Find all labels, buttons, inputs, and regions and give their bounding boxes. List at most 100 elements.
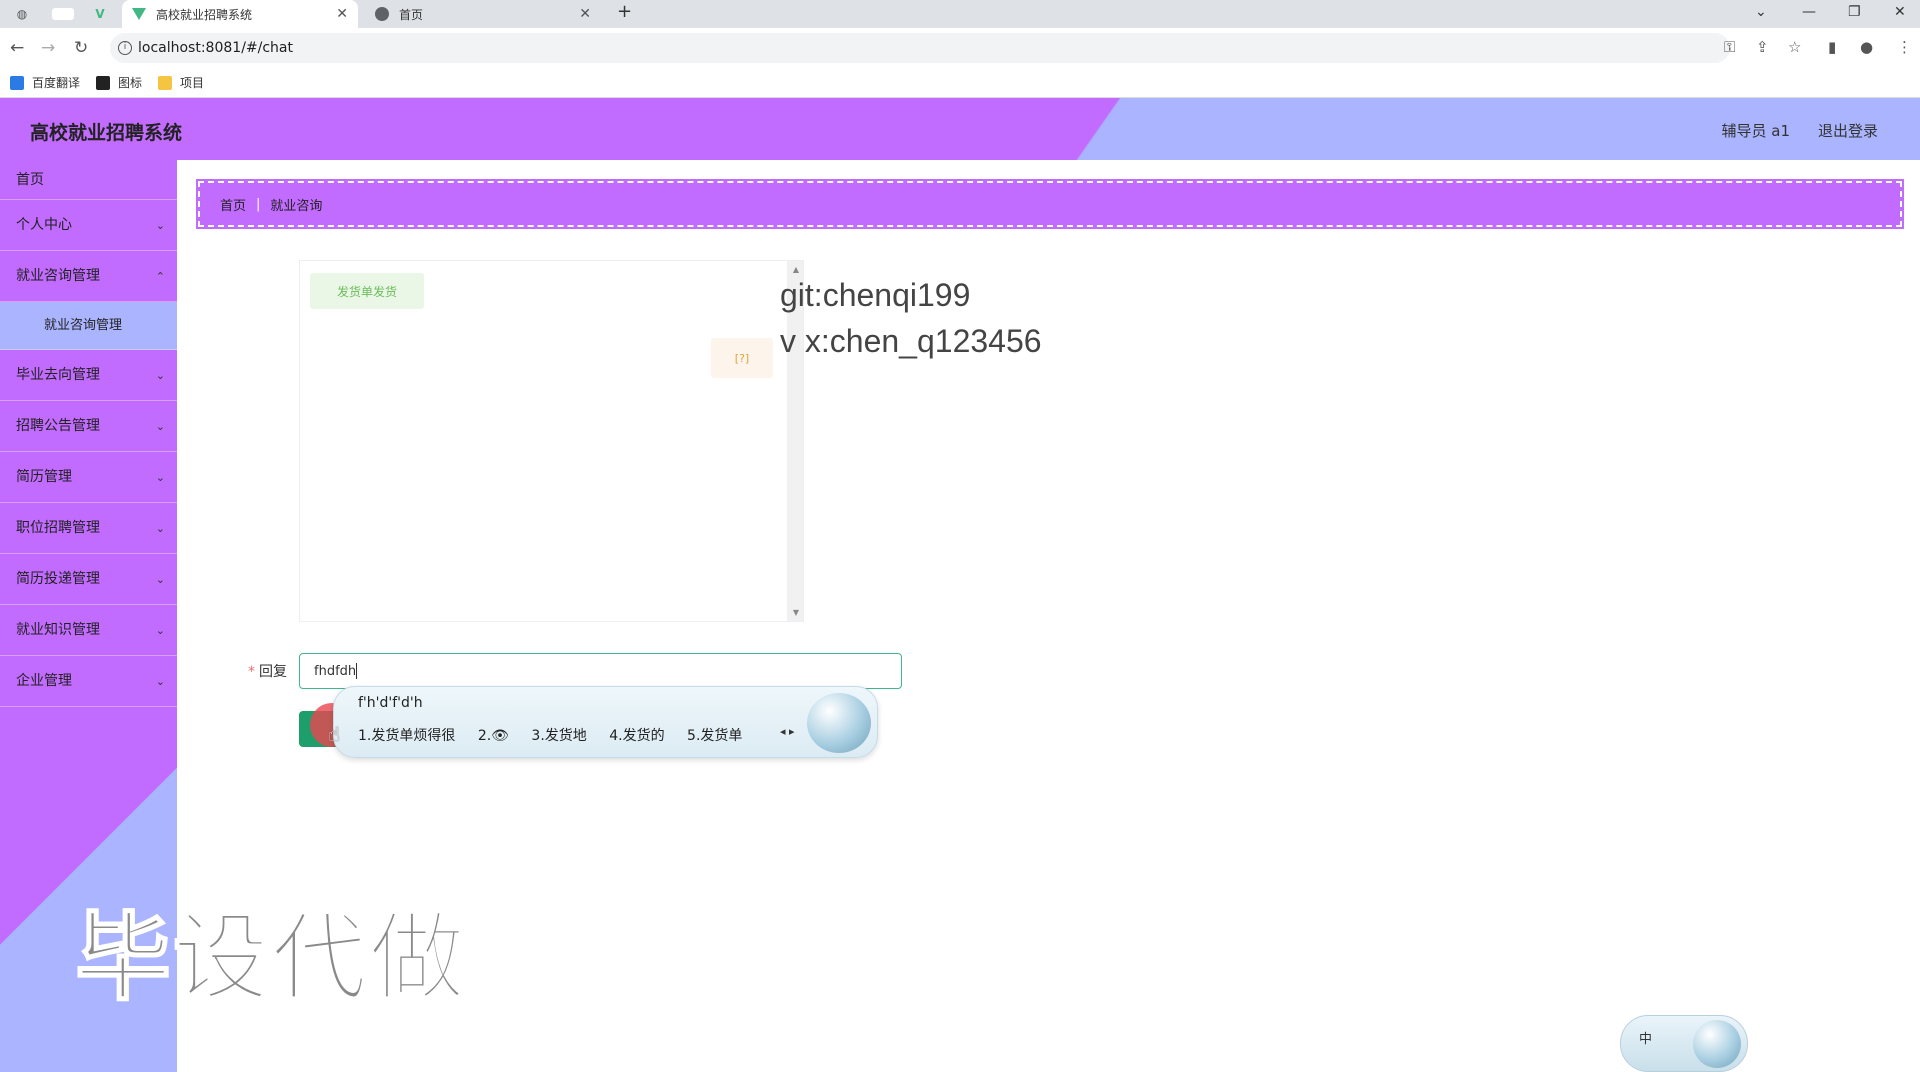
ime-candidate[interactable]: 5.发货单 (687, 728, 742, 744)
tab-search-icon[interactable]: ⌄ (1755, 4, 1767, 20)
reply-input[interactable]: fhdfdh (299, 653, 902, 689)
required-mark: * (248, 664, 255, 680)
bookmark-icons[interactable]: 图标 (96, 74, 142, 91)
sidebar-item-label: 简历投递管理 (16, 571, 100, 587)
sidebar-item-job-posting[interactable]: 职位招聘管理 ⌄ (0, 503, 177, 554)
new-tab-button[interactable]: + (617, 1, 632, 22)
chevron-up-icon: ⌃ (155, 270, 165, 283)
overlay-line-1: git:chenqi199 (780, 277, 971, 313)
hand-cursor-icon: ☝ (328, 722, 341, 746)
ime-candidate[interactable]: 3.发货地 (531, 728, 586, 744)
star-icon[interactable]: ☆ (1788, 38, 1801, 56)
sidebar-item-consult-mgmt[interactable]: 就业咨询管理 ⌃ (0, 251, 177, 302)
tab-inactive[interactable]: 首页 ✕ (365, 0, 601, 28)
bookmark-label: 图标 (118, 76, 143, 90)
sidebar-item-personal-center[interactable]: 个人中心 ⌄ (0, 200, 177, 251)
tab-title: 高校就业招聘系统 (156, 7, 253, 22)
ime-skin-orb (807, 693, 871, 753)
sidebar-item-label: 就业咨询管理 (44, 318, 123, 333)
reload-icon[interactable]: ↻ (74, 38, 88, 58)
pinned-tab-icon[interactable] (52, 8, 74, 20)
sidebar-item-label: 毕业去向管理 (16, 367, 100, 383)
globe-icon[interactable]: ◍ (14, 6, 30, 22)
overlay-line-2: v x:chen_q123456 (780, 323, 1042, 359)
profile-icon[interactable]: ● (1860, 38, 1873, 56)
chevron-down-icon: ⌄ (155, 522, 165, 535)
close-icon[interactable]: ✕ (336, 6, 348, 22)
sidebar-item-recruit-notice[interactable]: 招聘公告管理 ⌄ (0, 401, 177, 452)
tab-active[interactable]: 高校就业招聘系统 ✕ (122, 0, 358, 28)
sidebar-item-label: 招聘公告管理 (16, 418, 100, 434)
sidebar-item-home[interactable]: 首页 (0, 160, 177, 200)
close-icon[interactable]: ✕ (579, 6, 591, 22)
ime-composition: f'h'd'f'd'h (358, 695, 423, 711)
sidebar-item-label: 企业管理 (16, 673, 72, 689)
breadcrumb-current: 就业咨询 (270, 198, 323, 214)
reply-label: * 回复 (248, 661, 287, 681)
ime-candidate-list: 1.发货单烦得很 2.👁 3.发货地 4.发货的 5.发货单 (358, 725, 760, 745)
logout-link[interactable]: 退出登录 (1818, 120, 1878, 141)
sidebar-item-label: 首页 (16, 172, 44, 188)
info-icon[interactable]: i (118, 41, 132, 55)
watermark: 毕设代做 (74, 901, 467, 1015)
address-bar-row: ← → ↻ i localhost:8081/#/chat ⚿ ⇪ ☆ ▮ ● … (0, 28, 1920, 68)
app-header: 高校就业招聘系统 辅导员 a1 退出登录 (0, 98, 1920, 160)
ime-candidate[interactable]: 2.👁 (478, 728, 509, 744)
minimize-icon[interactable]: — (1802, 4, 1816, 20)
breadcrumb: 首页 | 就业咨询 (196, 179, 1904, 229)
reply-label-text: 回复 (259, 664, 287, 680)
sidebar-item-knowledge[interactable]: 就业知识管理 ⌄ (0, 605, 177, 656)
app-title: 高校就业招聘系统 (30, 122, 183, 144)
translate-icon (10, 75, 24, 90)
menu-icon[interactable]: ⋮ (1897, 38, 1912, 56)
sidepanel-icon[interactable]: ▮ (1828, 38, 1836, 56)
ime-skin-orb (1693, 1020, 1741, 1068)
globe-icon (375, 7, 389, 21)
sidebar-subitem-consult-mgmt[interactable]: 就业咨询管理 (0, 302, 177, 350)
tab-title: 首页 (399, 7, 424, 22)
contact-overlay: git:chenqi199 v x:chen_q123456 (780, 272, 1042, 364)
chevron-down-icon: ⌄ (155, 369, 165, 382)
vue-tab-icon[interactable]: V (92, 6, 108, 22)
bookmark-baidu-translate[interactable]: 百度翻译 (10, 74, 80, 91)
chevron-down-icon: ⌄ (155, 624, 165, 637)
ime-candidate-window[interactable]: f'h'd'f'd'h 1.发货单烦得很 2.👁 3.发货地 4.发货的 5.发… (333, 686, 878, 758)
scroll-down-icon[interactable]: ▼ (793, 608, 799, 617)
sidebar-item-label: 就业咨询管理 (16, 268, 100, 284)
share-icon[interactable]: ⇪ (1756, 38, 1769, 56)
text-caret (356, 663, 358, 679)
sidebar-item-label: 职位招聘管理 (16, 520, 100, 536)
sidebar-item-label: 简历管理 (16, 469, 72, 485)
browser-tabstrip: ◍ V 高校就业招聘系统 ✕ 首页 ✕ + ⌄ — ❐ ✕ (0, 0, 1920, 28)
ime-page-arrows[interactable]: ◂ ▸ (780, 725, 795, 738)
sidebar-item-label: 就业知识管理 (16, 622, 100, 638)
chevron-down-icon: ⌄ (155, 471, 165, 484)
ime-candidate[interactable]: 1.发货单烦得很 (358, 728, 455, 744)
sidebar-item-graduate-destination[interactable]: 毕业去向管理 ⌄ (0, 350, 177, 401)
bookmark-label: 百度翻译 (32, 76, 81, 90)
ime-status-tray[interactable]: 中 (1620, 1015, 1748, 1072)
url-text: localhost:8081/#/chat (138, 40, 293, 56)
current-user: 辅导员 a1 (1721, 122, 1790, 140)
close-window-icon[interactable]: ✕ (1894, 4, 1906, 20)
reply-value: fhdfdh (314, 663, 357, 679)
chat-message-right: [?] (711, 338, 773, 378)
key-icon[interactable]: ⚿ (1724, 38, 1735, 56)
bookmarks-bar: 百度翻译 图标 项目 (0, 68, 1920, 98)
sidebar-item-company[interactable]: 企业管理 ⌄ (0, 656, 177, 707)
chat-message-left: 发货单发货 (310, 273, 424, 309)
restore-icon[interactable]: ❐ (1848, 4, 1861, 20)
sidebar-item-resume[interactable]: 简历管理 ⌄ (0, 452, 177, 503)
chat-history[interactable]: 发货单发货 [?] ▲ ▼ (299, 260, 804, 622)
breadcrumb-home[interactable]: 首页 (220, 195, 246, 214)
url-field[interactable]: i localhost:8081/#/chat (110, 33, 1730, 63)
bookmark-project-folder[interactable]: 项目 (158, 74, 204, 91)
sidebar-item-resume-delivery[interactable]: 简历投递管理 ⌄ (0, 554, 177, 605)
ime-candidate[interactable]: 4.发货的 (609, 728, 664, 744)
forward-icon[interactable]: → (41, 38, 55, 58)
iconfont-icon (96, 75, 111, 90)
chevron-down-icon: ⌄ (155, 573, 165, 586)
back-icon[interactable]: ← (10, 38, 24, 58)
chevron-down-icon: ⌄ (155, 219, 165, 232)
sidebar-item-label: 个人中心 (16, 217, 72, 233)
